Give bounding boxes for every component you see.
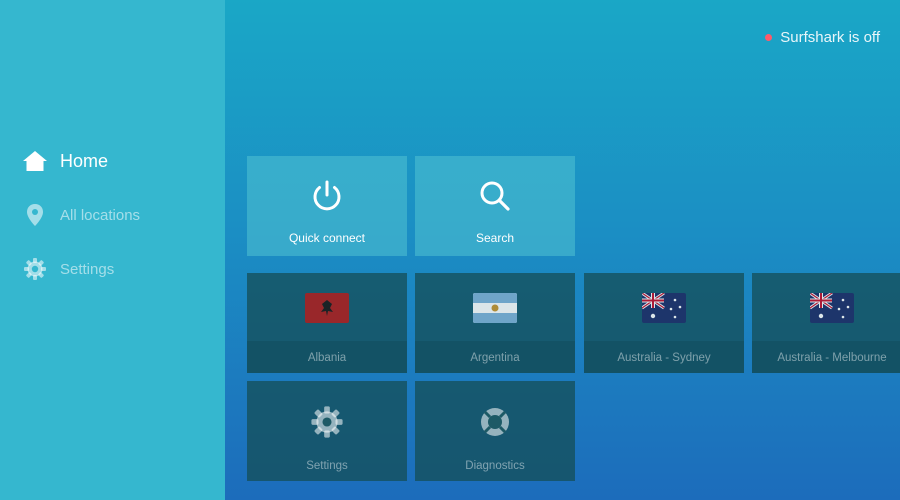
- sidebar-item-label: All locations: [60, 206, 141, 224]
- australia-flag-icon: [752, 293, 900, 323]
- australia-flag-icon: [584, 293, 744, 323]
- location-tile-albania[interactable]: Albania: [247, 273, 407, 373]
- quick-connect-label: Quick connect: [288, 231, 366, 245]
- power-icon: [247, 178, 407, 214]
- sidebar-item-settings[interactable]: Settings: [22, 256, 114, 282]
- settings-tile[interactable]: Settings: [247, 381, 407, 481]
- location-label: Australia - Sydney: [617, 352, 711, 364]
- status-dot-icon: [765, 34, 773, 41]
- sidebar-item-label: Settings: [60, 260, 115, 278]
- location-tile-australia-melbourne[interactable]: Australia - Melbourne: [752, 273, 900, 373]
- argentina-flag-icon: [415, 293, 575, 323]
- sidebar-item-all-locations[interactable]: All locations: [22, 202, 140, 228]
- albania-flag-icon: [247, 293, 407, 323]
- connection-status: Surfshark is off: [765, 29, 880, 46]
- location-label: Albania: [307, 352, 347, 364]
- diagnostics-tile-label: Diagnostics: [465, 460, 525, 472]
- lifebuoy-icon: [415, 405, 575, 439]
- location-pin-icon: [22, 202, 48, 228]
- location-tile-argentina[interactable]: Argentina: [415, 273, 575, 373]
- app-screen: Home All locations Settings Surfshark is…: [0, 0, 900, 500]
- location-tile-australia-sydney[interactable]: Australia - Sydney: [584, 273, 744, 373]
- search-icon: [415, 178, 575, 214]
- status-text: Surfshark is off: [780, 29, 880, 46]
- gear-icon: [22, 256, 48, 282]
- home-icon: [22, 148, 48, 174]
- sidebar: Home All locations Settings: [0, 0, 225, 500]
- sidebar-item-label: Home: [60, 150, 109, 171]
- quick-connect-button[interactable]: Quick connect: [247, 156, 407, 256]
- location-label: Australia - Melbourne: [777, 352, 887, 364]
- gear-icon: [247, 405, 407, 439]
- settings-tile-label: Settings: [306, 460, 348, 472]
- location-label: Argentina: [470, 352, 520, 364]
- search-button[interactable]: Search: [415, 156, 575, 256]
- sidebar-item-home[interactable]: Home: [22, 148, 108, 174]
- diagnostics-tile[interactable]: Diagnostics: [415, 381, 575, 481]
- search-label: Search: [475, 231, 515, 245]
